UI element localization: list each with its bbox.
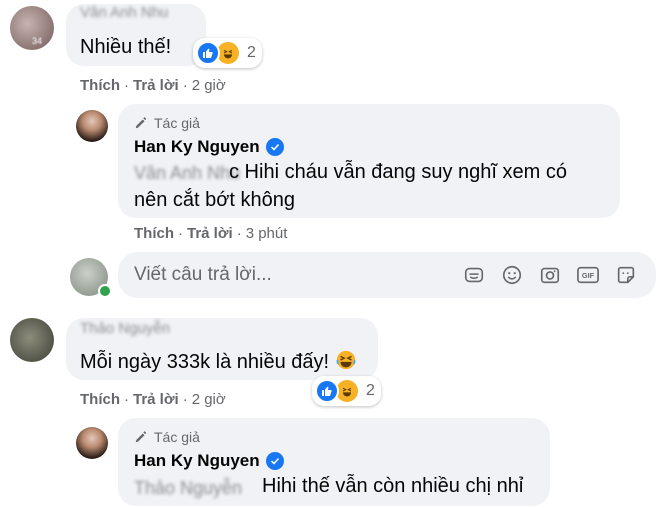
laughing-emoji-icon: [335, 349, 357, 379]
avatar-sticker-icon[interactable]: [612, 261, 640, 289]
timestamp[interactable]: 2 giờ: [192, 391, 226, 408]
like-reaction-icon: [196, 41, 220, 65]
reply-input[interactable]: Viết câu trả lời... GIF: [118, 252, 656, 298]
reply-link[interactable]: Trả lời: [187, 225, 233, 242]
emoji-icon[interactable]: [498, 261, 526, 289]
svg-text:GIF: GIF: [582, 271, 595, 280]
sticker-icon[interactable]: [460, 261, 488, 289]
reply-link[interactable]: Trả lời: [133, 391, 179, 408]
like-link[interactable]: Thích: [80, 77, 120, 94]
comment-actions: Thích · Trả lời · 2 giờ: [80, 77, 226, 94]
like-link[interactable]: Thích: [80, 391, 120, 408]
reply-text-line1: c Hihi cháu vẫn đang suy nghĩ xem có: [229, 161, 567, 183]
composer-toolbar: GIF: [460, 261, 640, 289]
pencil-icon: [135, 431, 147, 443]
timestamp[interactable]: 2 giờ: [192, 77, 226, 94]
reply-link[interactable]: Trả lời: [133, 77, 179, 94]
commenter-name[interactable]: Vân Anh Nhu: [80, 4, 168, 21]
like-reaction-icon: [315, 379, 339, 403]
verified-badge-icon: [265, 452, 284, 470]
comment-text-content: Mỗi ngày 333k là nhiều đấy!: [80, 351, 330, 373]
reply-text-line2: nên cắt bớt không: [134, 189, 296, 211]
author-avatar[interactable]: [76, 110, 108, 142]
camera-icon[interactable]: [536, 261, 564, 289]
author-name[interactable]: Han Ky Nguyen: [134, 137, 284, 157]
author-avatar[interactable]: [76, 427, 108, 459]
commenter-avatar[interactable]: 34: [10, 6, 54, 50]
author-name[interactable]: Han Ky Nguyen: [134, 451, 284, 471]
pencil-icon: [135, 117, 147, 129]
mention-tag[interactable]: Thảo Nguyễn: [134, 478, 242, 499]
gif-icon[interactable]: GIF: [574, 261, 602, 289]
mention-tag[interactable]: Vân Anh Nhu: [134, 163, 240, 184]
comment-actions: Thích · Trả lời · 2 giờ: [80, 391, 226, 408]
author-name-text[interactable]: Han Ky Nguyen: [134, 137, 260, 157]
reply-text-line1: Hihi thế vẫn còn nhiều chị nhỉ: [262, 475, 524, 497]
reaction-summary[interactable]: 2: [312, 376, 381, 406]
reply-input-placeholder[interactable]: Viết câu trả lời...: [134, 264, 272, 286]
comment-text: Nhiều thế!: [80, 36, 172, 58]
author-badge-label: Tác giả: [154, 115, 200, 131]
reply-actions: Thích · Trả lời · 3 phút: [134, 225, 288, 242]
author-badge: Tác giả: [134, 115, 200, 131]
online-status-dot: [98, 284, 112, 298]
commenter-name[interactable]: Thảo Nguyễn: [80, 320, 170, 337]
author-name-text[interactable]: Han Ky Nguyen: [134, 451, 260, 471]
commenter-avatar[interactable]: [10, 318, 54, 362]
verified-badge-icon: [265, 138, 284, 156]
reaction-count: 2: [366, 382, 375, 399]
reaction-summary[interactable]: 2: [193, 38, 262, 68]
comment-text: Mỗi ngày 333k là nhiều đấy!: [80, 348, 357, 379]
like-link[interactable]: Thích: [134, 225, 174, 242]
reaction-count: 2: [247, 44, 256, 61]
author-badge: Tác giả: [134, 429, 200, 445]
author-badge-label: Tác giả: [154, 429, 200, 445]
timestamp[interactable]: 3 phút: [246, 225, 288, 242]
